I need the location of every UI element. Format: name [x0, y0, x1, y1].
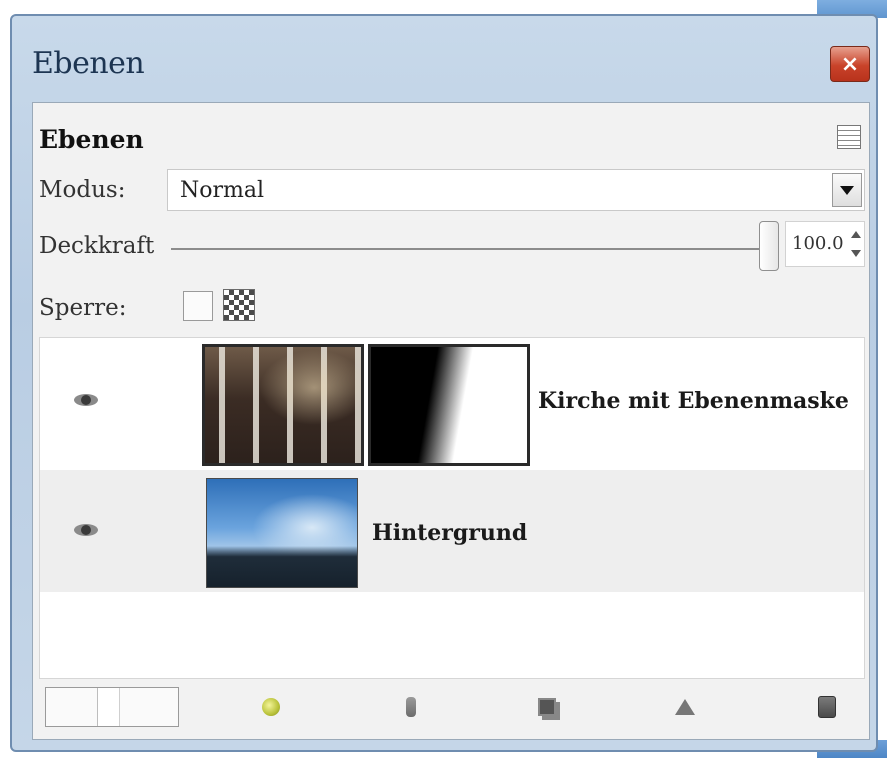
delete-layer-icon — [818, 696, 836, 718]
spin-down-icon[interactable] — [851, 250, 861, 257]
anchor-layer-icon — [675, 699, 695, 715]
layer-list: Kirche mit Ebenenmaske Hintergrund — [39, 337, 865, 679]
layers-dialog-window: Ebenen × Ebenen Modus: Normal Deckkraft … — [10, 14, 878, 752]
raise-layer-icon — [406, 697, 416, 717]
mode-value: Normal — [180, 178, 265, 203]
new-layer-button[interactable] — [257, 693, 285, 721]
layer-name[interactable]: Hintergrund — [372, 520, 527, 546]
new-layer-icon — [262, 698, 280, 716]
layer-name[interactable]: Kirche mit Ebenenmaske — [538, 388, 849, 414]
view-size-segment[interactable] — [98, 688, 120, 726]
opacity-value: 100.0 — [792, 233, 844, 254]
opacity-slider[interactable] — [171, 248, 761, 250]
view-size-segment[interactable] — [46, 688, 98, 726]
dropdown-arrow-icon[interactable] — [832, 173, 862, 207]
lock-alpha-icon[interactable] — [223, 289, 255, 321]
title-bar[interactable]: Ebenen × — [12, 16, 876, 106]
layers-panel: Ebenen Modus: Normal Deckkraft 100.0 Spe… — [32, 102, 870, 740]
view-size-segment[interactable] — [120, 688, 178, 726]
desktop: Ebenen × Ebenen Modus: Normal Deckkraft … — [0, 0, 887, 758]
raise-layer-button[interactable] — [397, 693, 425, 721]
layer-row[interactable]: Hintergrund — [40, 470, 864, 592]
visibility-eye-icon[interactable] — [74, 524, 98, 536]
spin-up-icon[interactable] — [851, 231, 861, 238]
lock-pixels-toggle[interactable] — [183, 291, 213, 321]
delete-layer-button[interactable] — [813, 693, 841, 721]
duplicate-layer-button[interactable] — [533, 693, 561, 721]
spin-arrows-icon[interactable] — [850, 230, 862, 258]
opacity-label: Deckkraft — [39, 233, 155, 259]
duplicate-layer-icon — [538, 698, 556, 716]
close-button[interactable]: × — [830, 46, 870, 82]
visibility-eye-icon[interactable] — [74, 394, 98, 406]
layer-thumbnail[interactable] — [202, 344, 364, 466]
anchor-layer-button[interactable] — [671, 693, 699, 721]
panel-menu-icon[interactable] — [837, 125, 861, 149]
lock-label: Sperre: — [39, 295, 127, 321]
mode-label: Modus: — [39, 177, 126, 203]
mode-dropdown[interactable]: Normal — [167, 169, 865, 211]
layers-toolbar — [39, 687, 865, 733]
opacity-spinbox[interactable]: 100.0 — [785, 221, 865, 267]
panel-title: Ebenen — [39, 125, 144, 154]
layer-row[interactable]: Kirche mit Ebenenmaske — [40, 338, 864, 470]
close-icon: × — [840, 51, 860, 77]
view-size-switch[interactable] — [45, 687, 179, 727]
window-title: Ebenen — [32, 46, 145, 81]
layer-mask-thumbnail[interactable] — [368, 344, 530, 466]
opacity-slider-handle[interactable] — [759, 221, 779, 271]
opacity-slider-fill — [171, 248, 761, 250]
layer-thumbnail[interactable] — [206, 478, 358, 588]
